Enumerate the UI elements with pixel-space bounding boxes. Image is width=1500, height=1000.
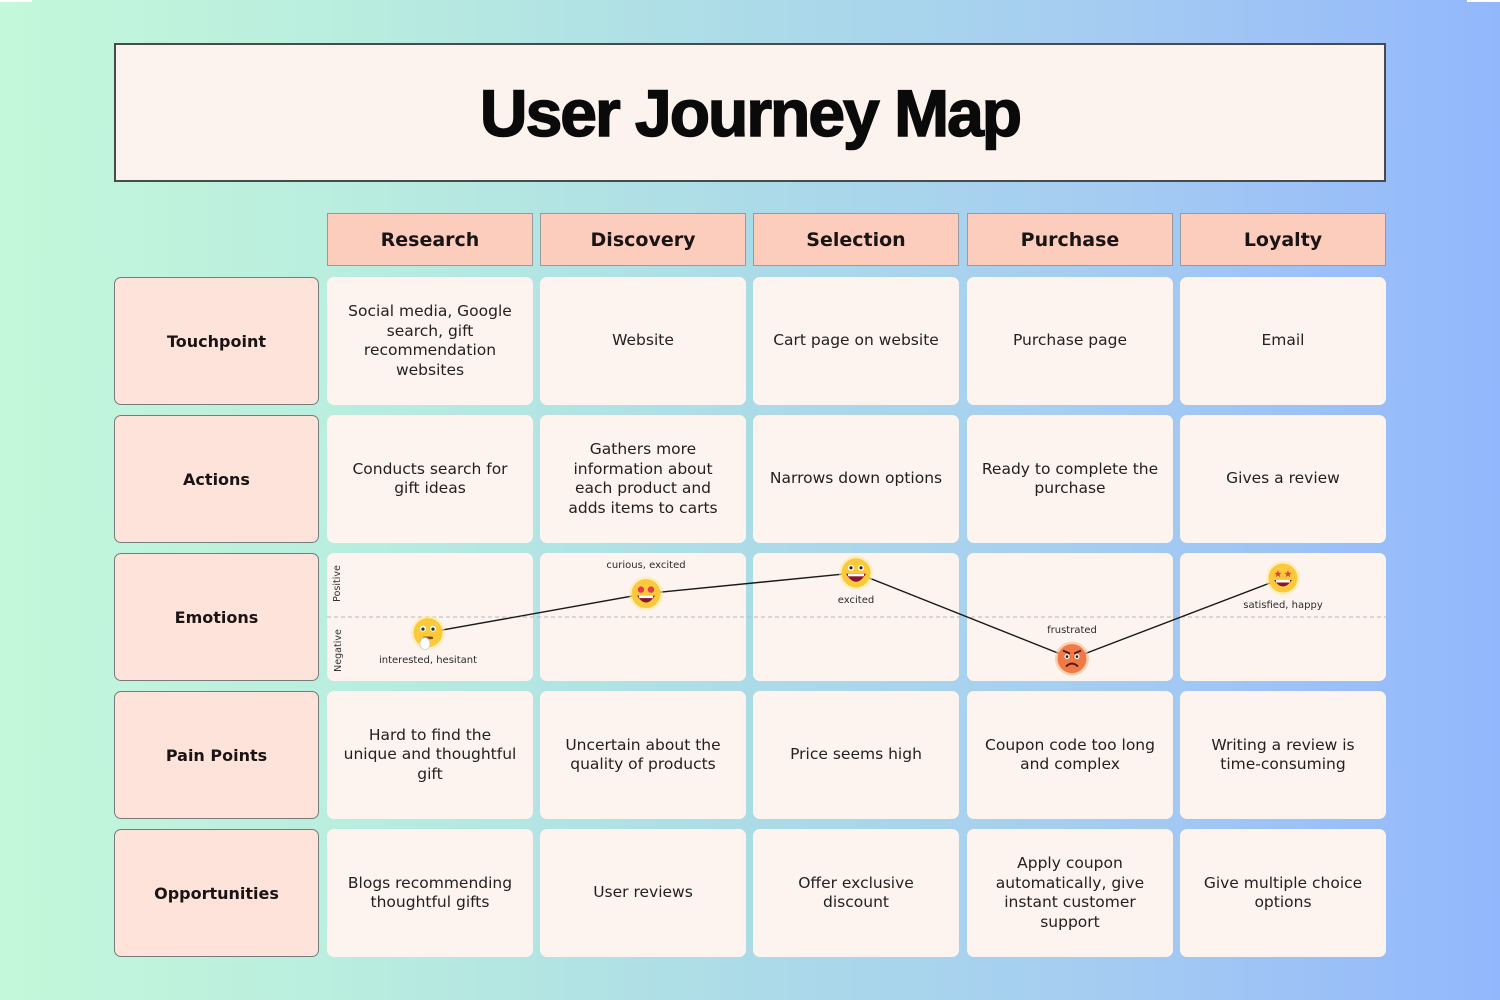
actions-cell-selection: Narrows down options <box>753 415 959 543</box>
emotion-label-research: interested, hesitant <box>378 654 478 666</box>
emotion-label-selection: excited <box>837 594 875 606</box>
actions-cell-purchase: Ready to complete the purchase <box>967 415 1173 543</box>
actions-cell-research: Conducts search for gift ideas <box>327 415 533 543</box>
pain-points-cell-selection: Price seems high <box>753 691 959 819</box>
emotions-cell-purchase <box>967 553 1173 681</box>
corner-strip-left <box>0 0 32 2</box>
touchpoint-cell-research: Social media, Google search, gift recomm… <box>327 277 533 405</box>
axis-label-negative: Negative <box>332 629 344 672</box>
opportunities-cell-discovery: User reviews <box>540 829 746 957</box>
actions-cell-loyalty: Gives a review <box>1180 415 1386 543</box>
row-label-actions: Actions <box>114 415 319 543</box>
row-label-pain-points: Pain Points <box>114 691 319 819</box>
title-banner: User Journey Map <box>114 43 1386 182</box>
row-label-touchpoint: Touchpoint <box>114 277 319 405</box>
pain-points-cell-research: Hard to find the unique and thoughtful g… <box>327 691 533 819</box>
stage-header-loyalty: Loyalty <box>1180 213 1386 266</box>
stage-header-selection: Selection <box>753 213 959 266</box>
pain-points-cell-loyalty: Writing a review is time-consuming <box>1180 691 1386 819</box>
stage-header-purchase: Purchase <box>967 213 1173 266</box>
emotion-label-loyalty: satisfied, happy <box>1243 600 1323 611</box>
stage-header-discovery: Discovery <box>540 213 746 266</box>
emotion-label-discovery: curious, excited <box>606 559 686 571</box>
touchpoint-cell-purchase: Purchase page <box>967 277 1173 405</box>
opportunities-cell-purchase: Apply coupon automatically, give instant… <box>967 829 1173 957</box>
corner-strip-right <box>1467 0 1500 2</box>
touchpoint-cell-selection: Cart page on website <box>753 277 959 405</box>
emotions-cell-selection <box>753 553 959 681</box>
row-label-opportunities: Opportunities <box>114 829 319 957</box>
emotions-cell-discovery <box>540 553 746 681</box>
axis-label-positive: Positive <box>331 565 343 602</box>
touchpoint-cell-discovery: Website <box>540 277 746 405</box>
opportunities-cell-research: Blogs recommending thoughtful gifts <box>327 829 533 957</box>
pain-points-cell-discovery: Uncertain about the quality of products <box>540 691 746 819</box>
pain-points-cell-purchase: Coupon code too long and complex <box>967 691 1173 819</box>
stage-header-research: Research <box>327 213 533 266</box>
emotions-cell-loyalty <box>1180 553 1386 681</box>
emotion-label-purchase: frustrated <box>1047 624 1097 636</box>
touchpoint-cell-loyalty: Email <box>1180 277 1386 405</box>
page-title: User Journey Map <box>479 75 1023 151</box>
row-label-emotions: Emotions <box>114 553 319 681</box>
opportunities-cell-selection: Offer exclusive discount <box>753 829 959 957</box>
opportunities-cell-loyalty: Give multiple choice options <box>1180 829 1386 957</box>
actions-cell-discovery: Gathers more information about each prod… <box>540 415 746 543</box>
